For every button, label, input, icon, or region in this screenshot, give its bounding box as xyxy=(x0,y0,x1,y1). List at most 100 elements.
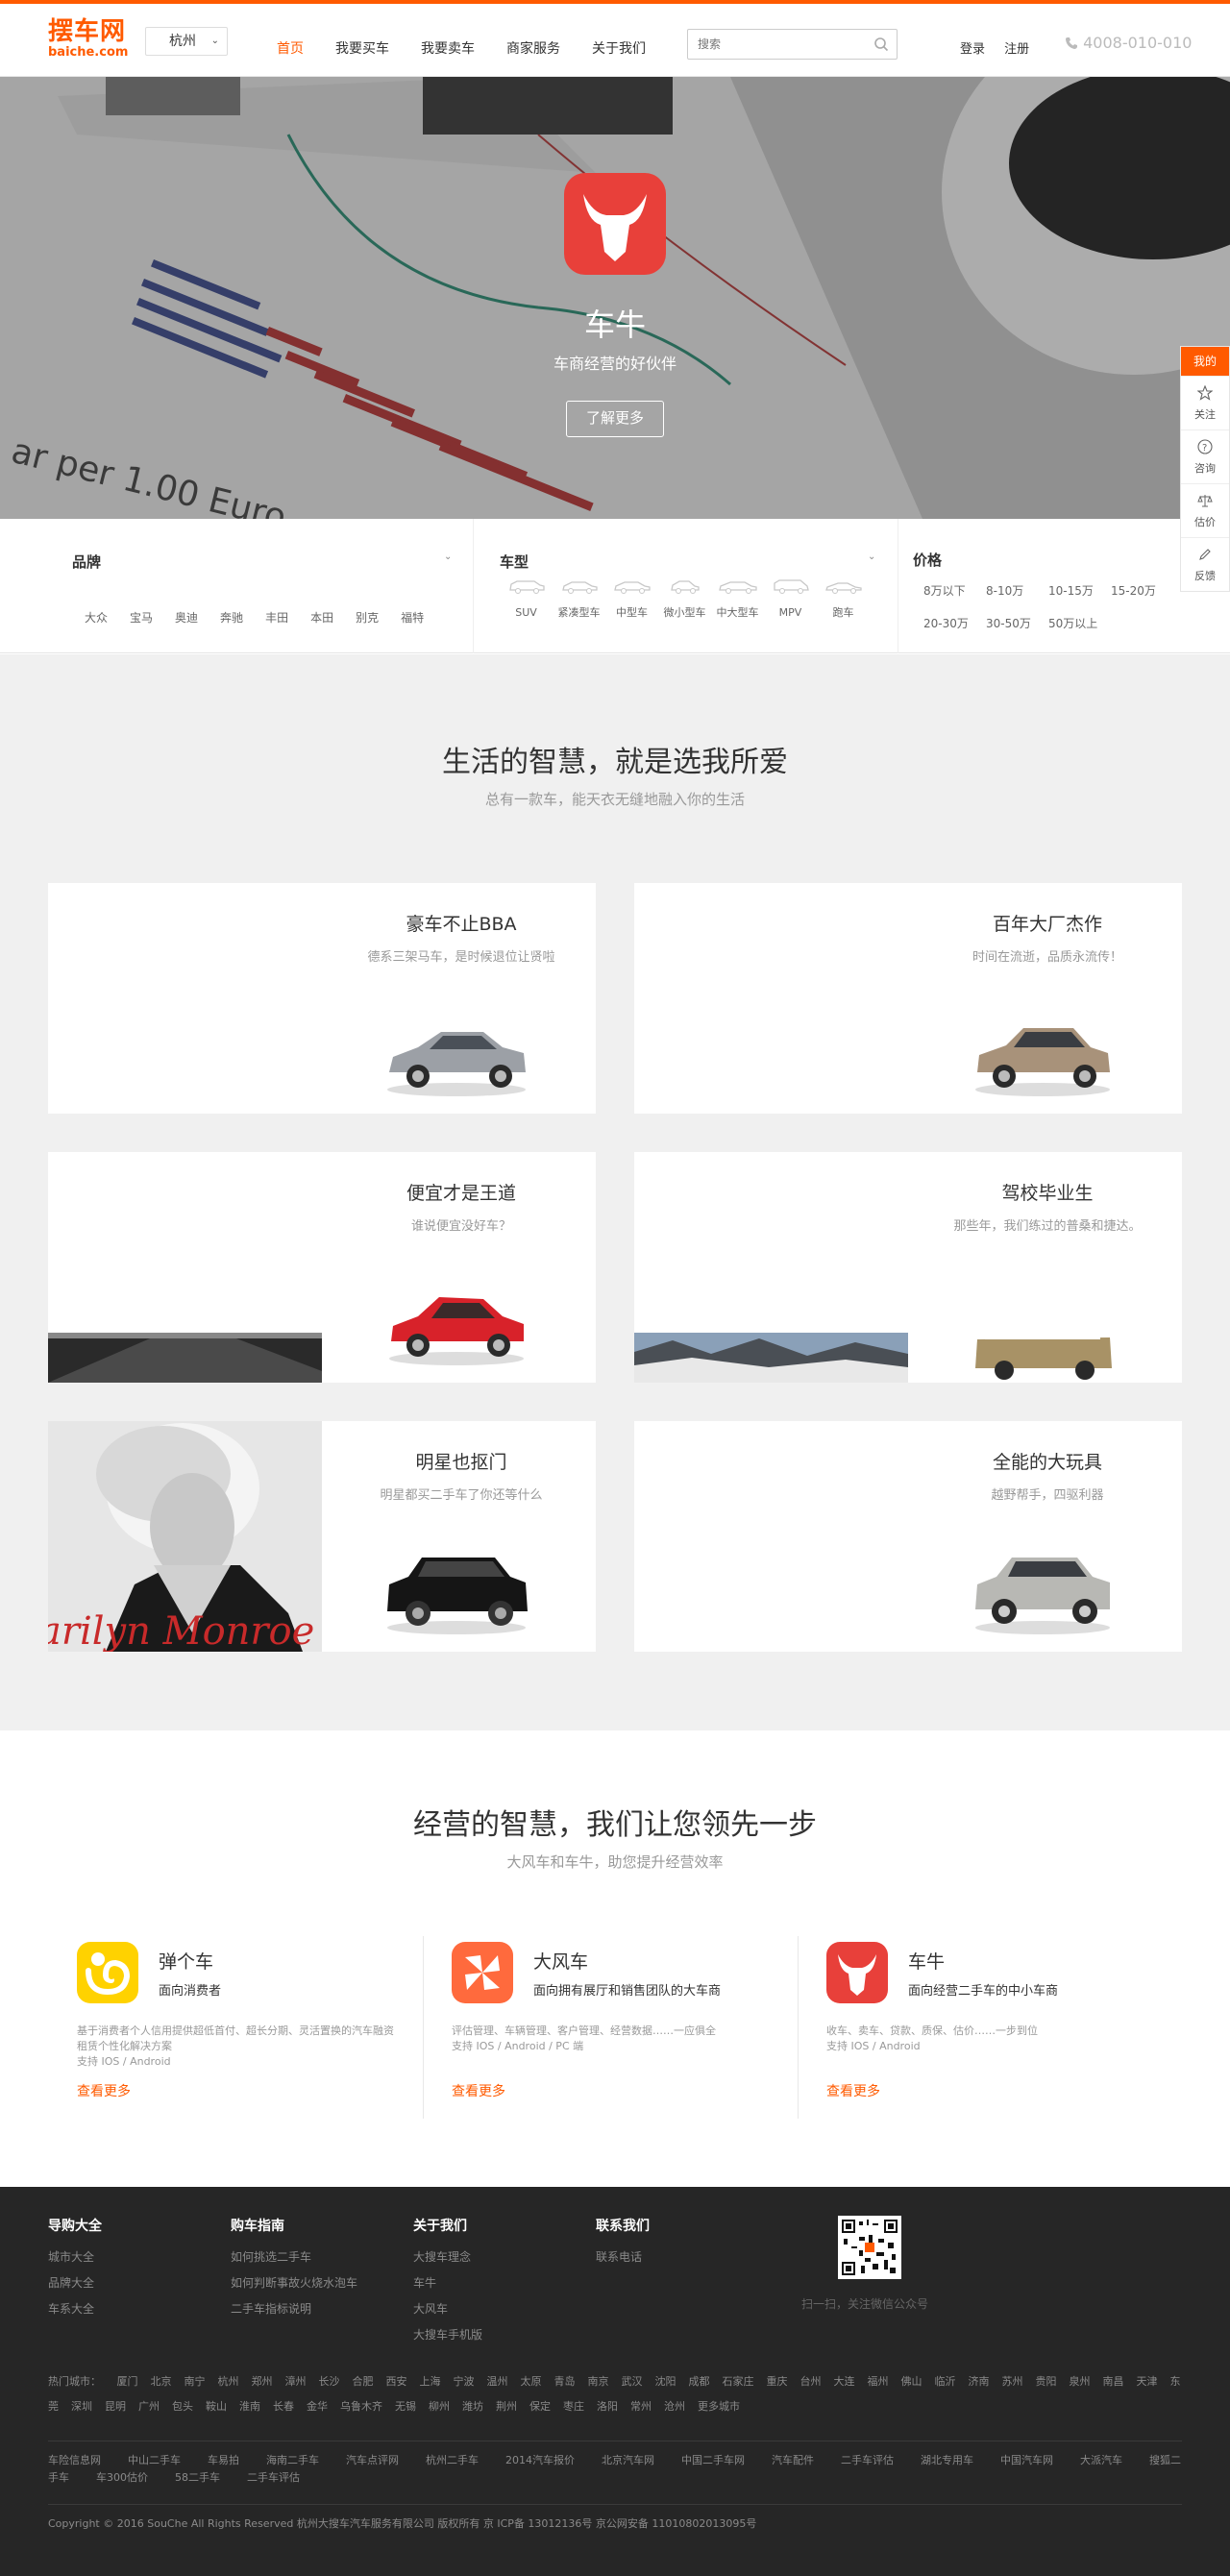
chevron-down-icon[interactable]: ⌄ xyxy=(868,552,875,562)
hot-city-link[interactable]: 大连 xyxy=(834,2375,855,2388)
hot-city-link[interactable]: 厦门 xyxy=(117,2375,138,2388)
brand-item[interactable]: 丰田 xyxy=(265,609,288,626)
hot-city-link[interactable]: 泉州 xyxy=(1070,2375,1091,2388)
footer-link[interactable]: 二手车指标说明 xyxy=(231,2300,357,2317)
sidebar-mine[interactable]: 我的 xyxy=(1181,347,1229,376)
type-item-midsize[interactable]: 中型车 xyxy=(605,578,658,620)
hot-city-link[interactable]: 宁波 xyxy=(454,2375,475,2388)
partner-link[interactable]: 海南二手车 xyxy=(266,2454,319,2466)
hot-city-link[interactable]: 重庆 xyxy=(767,2375,788,2388)
hot-city-link[interactable]: 保定 xyxy=(529,2400,551,2413)
hot-city-link[interactable]: 温州 xyxy=(487,2375,508,2388)
footer-link[interactable]: 车牛 xyxy=(413,2274,482,2291)
hot-city-link[interactable]: 深圳 xyxy=(71,2400,92,2413)
category-card-classic[interactable]: 百年大厂杰作 时间在流逝，品质永流传！ xyxy=(634,883,1182,1114)
hot-city-link[interactable]: 沈阳 xyxy=(655,2375,676,2388)
type-item-compact[interactable]: 紧凑型车 xyxy=(553,578,605,620)
price-item[interactable]: 8-10万 xyxy=(986,582,1048,599)
city-select[interactable]: 杭州 ⌄ xyxy=(145,27,228,56)
hot-city-link[interactable]: 昆明 xyxy=(105,2400,126,2413)
hot-city-link[interactable]: 郑州 xyxy=(252,2375,273,2388)
hot-city-link[interactable]: 临沂 xyxy=(935,2375,956,2388)
hot-city-link[interactable]: 洛阳 xyxy=(597,2400,618,2413)
hot-city-link[interactable]: 武汉 xyxy=(622,2375,643,2388)
footer-link[interactable]: 车系大全 xyxy=(48,2300,102,2317)
view-more-link[interactable]: 查看更多 xyxy=(826,2081,880,2100)
view-more-link[interactable]: 查看更多 xyxy=(452,2081,505,2100)
type-item-mpv[interactable]: MPV xyxy=(764,578,817,620)
hot-city-link[interactable]: 天津 xyxy=(1137,2375,1158,2388)
register-link[interactable]: 注册 xyxy=(1004,42,1029,57)
partner-link[interactable]: 杭州二手车 xyxy=(426,2454,479,2466)
brand-item[interactable]: 奔驰 xyxy=(220,609,243,626)
hot-city-link[interactable]: 南昌 xyxy=(1103,2375,1124,2388)
footer-link[interactable]: 联系电话 xyxy=(596,2248,650,2265)
type-item-large[interactable]: 中大型车 xyxy=(711,578,764,620)
hot-city-link[interactable]: 合肥 xyxy=(353,2375,374,2388)
hot-city-link[interactable]: 柳州 xyxy=(429,2400,450,2413)
price-item[interactable]: 50万以上 xyxy=(1048,615,1111,631)
footer-link[interactable]: 城市大全 xyxy=(48,2248,102,2265)
hot-city-link[interactable]: 广州 xyxy=(138,2400,160,2413)
hot-city-link[interactable]: 上海 xyxy=(420,2375,441,2388)
hot-city-link[interactable]: 南宁 xyxy=(184,2375,206,2388)
hot-city-link[interactable]: 金华 xyxy=(307,2400,328,2413)
nav-dealer[interactable]: 商家服务 xyxy=(506,38,560,58)
hot-city-link[interactable]: 常州 xyxy=(630,2400,652,2413)
category-card-budget[interactable]: 便宜才是王道 谁说便宜没好车？ xyxy=(48,1152,596,1383)
hot-city-link[interactable]: 沧州 xyxy=(664,2400,685,2413)
hot-city-link[interactable]: 长沙 xyxy=(319,2375,340,2388)
partner-link[interactable]: 汽车配件 xyxy=(772,2454,814,2466)
category-card-luxury[interactable]: 豪车不止BBA 德系三架马车，是时候退位让贤啦 xyxy=(48,883,596,1114)
logo[interactable]: 摆车网 baiche.com xyxy=(48,17,135,60)
sidebar-item-follow[interactable]: 关注 xyxy=(1181,376,1229,429)
category-card-celebrity[interactable]: arilyn Monroe 明星也抠门 明星都买二手车了你还等什么 xyxy=(48,1421,596,1652)
hot-city-link[interactable]: 杭州 xyxy=(218,2375,239,2388)
hot-city-link[interactable]: 太原 xyxy=(521,2375,542,2388)
hot-city-link[interactable]: 西安 xyxy=(386,2375,407,2388)
footer-link[interactable]: 如何挑选二手车 xyxy=(231,2248,357,2265)
type-filter-title[interactable]: 车型 xyxy=(500,552,529,572)
partner-link[interactable]: 车险信息网 xyxy=(48,2454,101,2466)
type-item-suv[interactable]: SUV xyxy=(500,578,553,620)
hot-city-link[interactable]: 济南 xyxy=(969,2375,990,2388)
category-card-offroad[interactable]: 全能的大玩具 越野帮手，四驱利器 xyxy=(634,1421,1182,1652)
login-link[interactable]: 登录 xyxy=(960,42,985,57)
brand-item[interactable]: 大众 xyxy=(85,609,108,626)
brand-item[interactable]: 宝马 xyxy=(130,609,153,626)
price-item[interactable]: 10-15万 xyxy=(1048,582,1111,599)
footer-link[interactable]: 如何判断事故火烧水泡车 xyxy=(231,2274,357,2291)
search-input[interactable] xyxy=(688,30,861,59)
hot-city-link[interactable]: 台州 xyxy=(800,2375,822,2388)
price-item[interactable]: 8万以下 xyxy=(923,582,986,599)
chevron-down-icon[interactable]: ⌄ xyxy=(444,552,452,562)
partner-link[interactable]: 中国二手车网 xyxy=(681,2454,745,2466)
hot-city-link[interactable]: 苏州 xyxy=(1002,2375,1023,2388)
brand-item[interactable]: 别克 xyxy=(356,609,379,626)
partner-link[interactable]: 车易拍 xyxy=(208,2454,239,2466)
hot-city-link[interactable]: 荆州 xyxy=(496,2400,517,2413)
nav-home[interactable]: 首页 xyxy=(277,38,304,58)
footer-link[interactable]: 品牌大全 xyxy=(48,2274,102,2291)
hot-city-link[interactable]: 南京 xyxy=(588,2375,609,2388)
hot-city-link[interactable]: 乌鲁木齐 xyxy=(340,2400,382,2413)
hot-city-link[interactable]: 包头 xyxy=(172,2400,193,2413)
hot-city-link[interactable]: 成都 xyxy=(689,2375,710,2388)
sidebar-item-feedback[interactable]: 反馈 xyxy=(1181,537,1229,591)
partner-link[interactable]: 湖北专用车 xyxy=(921,2454,973,2466)
footer-link[interactable]: 大风车 xyxy=(413,2300,482,2317)
sidebar-item-consult[interactable]: ? 咨询 xyxy=(1181,429,1229,483)
footer-link[interactable]: 大搜车理念 xyxy=(413,2248,482,2265)
hot-city-link[interactable]: 佛山 xyxy=(901,2375,922,2388)
price-item[interactable]: 20-30万 xyxy=(923,615,986,631)
partner-link[interactable]: 58二手车 xyxy=(175,2471,220,2484)
hot-city-link[interactable]: 长春 xyxy=(273,2400,294,2413)
sidebar-item-valuation[interactable]: 估价 xyxy=(1181,483,1229,537)
partner-link[interactable]: 二手车评估 xyxy=(247,2471,300,2484)
price-item[interactable]: 15-20万 xyxy=(1111,582,1173,599)
hot-city-link[interactable]: 北京 xyxy=(151,2375,172,2388)
type-item-mini[interactable]: 微小型车 xyxy=(658,578,711,620)
partner-link[interactable]: 中国汽车网 xyxy=(1000,2454,1053,2466)
nav-sell[interactable]: 我要卖车 xyxy=(421,38,475,58)
hot-city-link[interactable]: 贵阳 xyxy=(1036,2375,1057,2388)
